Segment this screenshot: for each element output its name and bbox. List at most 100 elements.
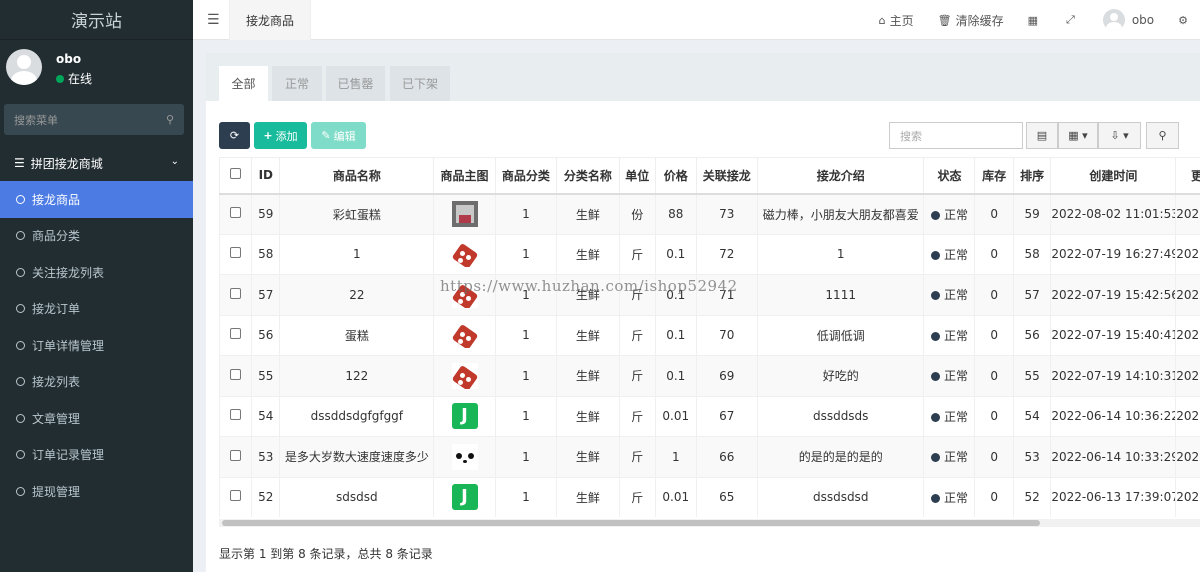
col-id[interactable]: ID: [251, 157, 281, 195]
status-badge[interactable]: 正常: [944, 288, 968, 302]
clear-cache-button[interactable]: 🗑 清除缓存: [938, 12, 1004, 29]
col-category[interactable]: 商品分类: [494, 157, 558, 195]
status-badge[interactable]: 正常: [944, 491, 968, 505]
sidebar-item-withdrawals[interactable]: 提现管理: [0, 473, 193, 510]
row-select-cell[interactable]: [219, 193, 253, 235]
col-unit[interactable]: 单位: [618, 157, 656, 195]
row-select-cell[interactable]: [219, 476, 253, 517]
brand-logo[interactable]: 演示站: [0, 0, 193, 40]
menu-toggle-icon[interactable]: ☰: [207, 12, 220, 28]
col-intro[interactable]: 接龙介绍: [756, 157, 925, 195]
select-all-checkbox[interactable]: [230, 168, 242, 180]
table-row[interactable]: 52 sdsdsd J 1 生鲜斤 0.01 65 dssdsdsd 正常 0 52 2022-06-…: [219, 476, 1200, 517]
sidebar-item-order-details[interactable]: 订单详情管理: [0, 327, 193, 364]
table-row[interactable]: 58 1 1 生鲜斤 0.1 72 1 正常 0 58 2022-07-19 16:27:49 202…: [219, 233, 1200, 275]
row-select-cell[interactable]: [219, 274, 253, 316]
product-thumbnail[interactable]: [451, 241, 478, 268]
tab-normal[interactable]: 正常: [272, 66, 322, 101]
row-select-cell[interactable]: [219, 395, 253, 437]
cell-unit: 斤: [618, 233, 656, 275]
refresh-button[interactable]: ⟳: [219, 122, 250, 149]
horizontal-scrollbar[interactable]: [219, 519, 1200, 527]
columns-button[interactable]: ▦ ▾: [1058, 122, 1098, 149]
home-link[interactable]: ⌂ 主页: [879, 12, 914, 29]
product-thumbnail[interactable]: J: [451, 484, 478, 511]
product-thumbnail[interactable]: [451, 443, 478, 470]
cell-created: 2022-08-02 11:01:53: [1050, 193, 1177, 235]
fullscreen-button[interactable]: ⤢: [1066, 13, 1079, 27]
row-checkbox[interactable]: [230, 207, 242, 218]
status-badge[interactable]: 正常: [944, 410, 968, 424]
search-toggle-button[interactable]: ⚲: [1146, 122, 1179, 149]
product-thumbnail[interactable]: [451, 322, 478, 349]
col-created[interactable]: 创建时间: [1050, 157, 1177, 195]
add-label: 添加: [275, 129, 298, 143]
status-badge[interactable]: 正常: [944, 248, 968, 262]
menu-search-input[interactable]: 搜索菜单 ⚲: [4, 104, 184, 135]
add-button[interactable]: + 添加: [254, 122, 307, 149]
product-thumbnail[interactable]: [451, 201, 478, 227]
row-checkbox[interactable]: [230, 247, 242, 259]
cell-status: 正常: [923, 233, 976, 275]
table-row[interactable]: 54 dssddsdgfgfggf J 1 生鲜斤 0.01 67 dssddsds 正常 0 54…: [219, 395, 1200, 437]
row-checkbox[interactable]: [230, 328, 242, 340]
cell-stock: 0: [974, 233, 1014, 275]
edit-button[interactable]: ✎ 编辑: [311, 122, 366, 149]
row-select-cell[interactable]: [219, 355, 253, 397]
row-checkbox[interactable]: [230, 368, 242, 380]
row-checkbox[interactable]: [230, 409, 242, 421]
col-stock[interactable]: 库存: [974, 157, 1014, 195]
product-thumbnail[interactable]: [451, 362, 478, 389]
col-image[interactable]: 商品主图: [433, 157, 496, 195]
tab-products[interactable]: 接龙商品: [229, 0, 312, 40]
sidebar-group-shop[interactable]: ☰ 拼团接龙商城 ⌄: [0, 145, 193, 181]
table-search-input[interactable]: 搜索: [889, 122, 1023, 149]
product-thumbnail[interactable]: J: [451, 403, 478, 430]
toggle-view-button[interactable]: ▤: [1026, 122, 1058, 149]
row-select-cell[interactable]: [219, 436, 253, 478]
select-all-header[interactable]: [219, 157, 253, 195]
search-icon[interactable]: ⚲: [166, 113, 174, 126]
status-badge[interactable]: 正常: [944, 369, 968, 383]
sidebar-item-follow-list[interactable]: 关注接龙列表: [0, 254, 193, 291]
col-status[interactable]: 状态: [923, 157, 976, 195]
tab-off-shelf[interactable]: 已下架: [390, 66, 450, 101]
export-button[interactable]: ⇩ ▾: [1098, 122, 1141, 149]
sidebar-item-products[interactable]: 接龙商品: [0, 181, 193, 218]
cell-name: dssddsdgfgfggf: [279, 395, 435, 437]
col-sort[interactable]: 排序: [1012, 157, 1052, 195]
table-row[interactable]: 53 是多大岁数大速度速度多少 1 生鲜斤 1 66 的是的是的是的 正常 0 53 2022-06…: [219, 436, 1200, 478]
status-badge[interactable]: 正常: [944, 450, 968, 464]
cell-id: 54: [251, 395, 281, 437]
row-checkbox[interactable]: [230, 449, 242, 461]
row-checkbox[interactable]: [230, 490, 242, 502]
col-category-name[interactable]: 分类名称: [556, 157, 620, 195]
row-select-cell[interactable]: [219, 233, 253, 275]
status-badge[interactable]: 正常: [944, 329, 968, 343]
row-checkbox[interactable]: [230, 287, 242, 299]
table-row[interactable]: 57 22 1 生鲜斤 0.1 71 1111 正常 0 57 2022-07-19 15:42:5…: [219, 274, 1200, 316]
settings-button[interactable]: ⚙: [1178, 14, 1192, 27]
col-price[interactable]: 价格: [654, 157, 697, 195]
cell-unit: 斤: [618, 436, 656, 478]
status-badge[interactable]: 正常: [944, 208, 968, 222]
sidebar-item-categories[interactable]: 商品分类: [0, 218, 193, 255]
product-thumbnail[interactable]: [451, 281, 478, 308]
cell-stock: 0: [974, 274, 1014, 316]
scrollbar-thumb[interactable]: [222, 520, 1040, 526]
col-updated[interactable]: 更: [1175, 157, 1200, 195]
col-linked-chain[interactable]: 关联接龙: [695, 157, 758, 195]
row-select-cell[interactable]: [219, 314, 253, 356]
col-name[interactable]: 商品名称: [279, 157, 435, 195]
sidebar-item-chain-list[interactable]: 接龙列表: [0, 364, 193, 401]
table-row[interactable]: 59 彩虹蛋糕 1 生鲜份 88 73 磁力棒，小朋友大朋友都喜爱 正常 0 59 2022-08-…: [219, 193, 1200, 235]
sidebar-item-order-records[interactable]: 订单记录管理: [0, 437, 193, 474]
tab-all[interactable]: 全部: [219, 66, 268, 101]
sidebar-item-orders[interactable]: 接龙订单: [0, 291, 193, 328]
table-row[interactable]: 55 122 1 生鲜斤 0.1 69 好吃的 正常 0 55 2022-07-19 14:10:3…: [219, 355, 1200, 397]
table-row[interactable]: 56 蛋糕 1 生鲜斤 0.1 70 低调低调 正常 0 56 2022-07-19 15:40:4…: [219, 314, 1200, 356]
tab-sold-out[interactable]: 已售罄: [326, 66, 385, 101]
sidebar-item-articles[interactable]: 文章管理: [0, 400, 193, 437]
translate-button[interactable]: ▦: [1028, 14, 1042, 27]
user-menu[interactable]: obo: [1102, 9, 1154, 31]
